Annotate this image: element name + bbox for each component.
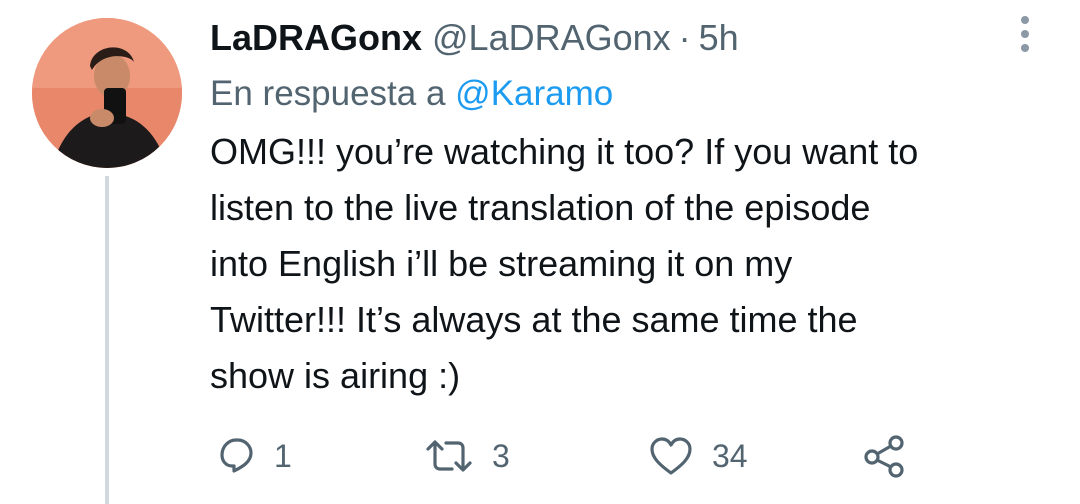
tweet-text-line: into English i’ll be streaming it on my bbox=[210, 243, 793, 284]
tweet-content: LaDRAGonx @LaDRAGonx · 5h En respuesta a… bbox=[210, 14, 1040, 404]
retweet-icon bbox=[426, 440, 472, 472]
tweet-text-line: listen to the live translation of the ep… bbox=[210, 187, 871, 228]
tweet-text-line: show is airing :) bbox=[210, 355, 461, 396]
more-options-button[interactable] bbox=[1010, 14, 1040, 58]
reply-mention-link[interactable]: @Karamo bbox=[455, 74, 613, 113]
avatar-photo bbox=[32, 18, 182, 168]
display-name[interactable]: LaDRAGonx bbox=[210, 14, 422, 62]
share-icon bbox=[864, 435, 904, 478]
tweet-text-line: Twitter!!! It’s always at the same time … bbox=[210, 299, 858, 340]
reply-prefix: En respuesta a bbox=[210, 74, 446, 113]
timestamp[interactable]: 5h bbox=[699, 14, 739, 62]
like-count: 34 bbox=[712, 437, 748, 474]
tweet-text: OMG!!! you’re watching it too? If you wa… bbox=[210, 124, 1040, 404]
tweet[interactable]: LaDRAGonx @LaDRAGonx · 5h En respuesta a… bbox=[0, 0, 1080, 504]
retweet-count: 3 bbox=[492, 437, 510, 474]
avatar-column bbox=[32, 18, 182, 504]
tweet-actions: 1 3 34 bbox=[212, 428, 1032, 484]
more-vertical-icon bbox=[1021, 16, 1029, 52]
heart-icon bbox=[650, 437, 692, 475]
tweet-header: LaDRAGonx @LaDRAGonx · 5h bbox=[210, 14, 1040, 62]
share-button[interactable] bbox=[862, 428, 908, 484]
retweet-button[interactable]: 3 bbox=[424, 428, 510, 484]
reply-context: En respuesta a @Karamo bbox=[210, 70, 1040, 118]
tweet-text-line: OMG!!! you’re watching it too? If you wa… bbox=[210, 131, 919, 172]
separator-dot: · bbox=[678, 17, 691, 58]
reply-button[interactable]: 1 bbox=[212, 428, 292, 484]
user-handle[interactable]: @LaDRAGonx bbox=[432, 14, 671, 62]
reply-icon bbox=[220, 438, 253, 473]
avatar[interactable] bbox=[32, 18, 182, 168]
reply-count: 1 bbox=[274, 437, 292, 474]
thread-line bbox=[105, 176, 109, 504]
like-button[interactable]: 34 bbox=[648, 428, 748, 484]
